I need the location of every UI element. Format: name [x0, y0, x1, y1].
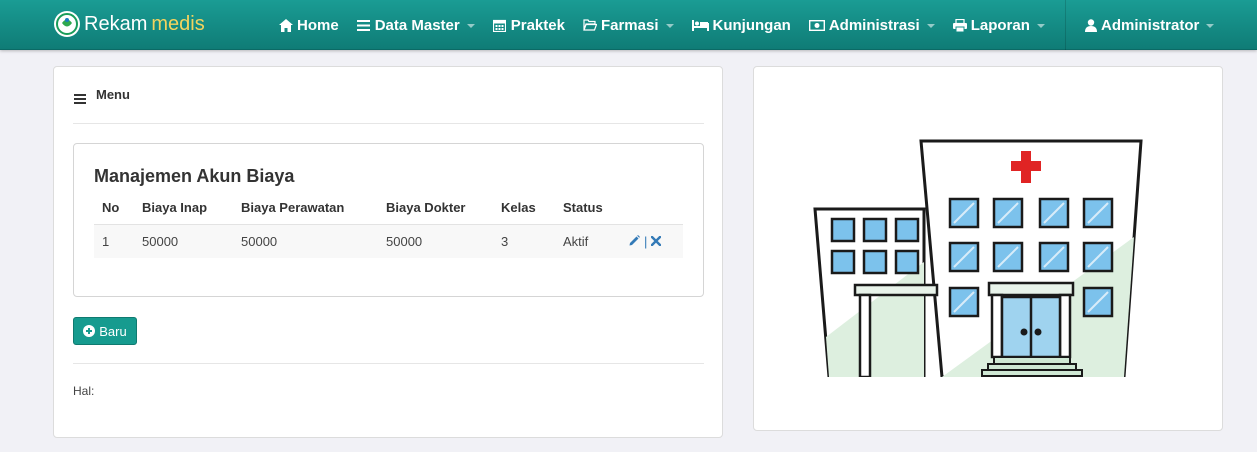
nav-home[interactable]: Home: [270, 0, 348, 50]
menu-panel: Menu Manajemen Akun Biaya No Biaya Inap …: [53, 66, 723, 438]
page-label: Hal:: [73, 384, 95, 398]
column-header-biaya-inap: Biaya Inap: [134, 191, 233, 225]
chevron-down-icon: [466, 24, 475, 28]
menu-title: Menu: [96, 87, 130, 102]
home-icon: [279, 18, 293, 32]
nav-user-label: Administrator: [1101, 16, 1200, 34]
nav-praktek-label: Praktek: [510, 16, 565, 34]
divider: [73, 123, 704, 124]
chevron-down-icon: [926, 24, 935, 28]
hospital-illustration: [813, 139, 1143, 377]
brand-logo-icon: [54, 11, 80, 37]
menu-header: Menu: [74, 87, 130, 104]
cell-no: 1: [94, 224, 134, 258]
table-row: 1 50000 50000 50000 3 Aktif |: [94, 224, 683, 258]
card-title: Manajemen Akun Biaya: [94, 166, 295, 186]
top-navbar: Rekam medis Home Data Master Praktek Farm…: [0, 0, 1257, 50]
nav-kunjungan[interactable]: Kunjungan: [683, 0, 800, 50]
cell-biaya-perawatan: 50000: [233, 224, 378, 258]
main-nav: Home Data Master Praktek Farmasi Kunjung…: [270, 0, 1054, 50]
column-header-actions: [621, 191, 683, 225]
brand[interactable]: Rekam medis: [54, 8, 205, 40]
nav-divider: [1065, 0, 1066, 50]
plus-circle-icon: [83, 325, 96, 337]
cell-biaya-inap: 50000: [134, 224, 233, 258]
cell-status: Aktif: [555, 224, 621, 258]
nav-praktek[interactable]: Praktek: [484, 0, 574, 50]
column-header-biaya-perawatan: Biaya Perawatan: [233, 191, 378, 225]
nav-administrasi-label: Administrasi: [828, 16, 920, 34]
calendar-icon: [493, 18, 507, 32]
nav-home-label: Home: [297, 16, 339, 34]
folder-icon: [583, 18, 597, 32]
edit-pencil-icon[interactable]: [629, 234, 640, 249]
nav-laporan[interactable]: Laporan: [944, 0, 1054, 50]
nav-data-master-label: Data Master: [374, 16, 460, 34]
user-nav: Administrator: [1076, 0, 1223, 50]
chevron-down-icon: [1036, 24, 1045, 28]
bed-icon: [691, 18, 709, 32]
nav-user-menu[interactable]: Administrator: [1076, 0, 1223, 50]
chevron-down-icon: [665, 24, 674, 28]
brand-name-part2: medis: [151, 12, 205, 35]
new-button[interactable]: Baru: [73, 317, 137, 345]
action-separator: |: [644, 233, 648, 249]
cell-kelas: 3: [493, 224, 555, 258]
list-icon: [357, 18, 371, 32]
illustration-panel: [753, 66, 1223, 431]
delete-x-icon[interactable]: [651, 234, 662, 249]
column-header-kelas: Kelas: [493, 191, 555, 225]
print-icon: [952, 18, 967, 32]
divider: [73, 363, 704, 364]
nav-data-master[interactable]: Data Master: [348, 0, 484, 50]
nav-farmasi-label: Farmasi: [600, 16, 659, 34]
brand-name: Rekam medis: [84, 13, 205, 36]
chevron-down-icon: [1206, 24, 1215, 28]
account-cost-card: Manajemen Akun Biaya No Biaya Inap Biaya…: [73, 143, 704, 297]
nav-farmasi[interactable]: Farmasi: [574, 0, 683, 50]
nav-kunjungan-label: Kunjungan: [712, 16, 791, 34]
column-header-biaya-dokter: Biaya Dokter: [378, 191, 493, 225]
cell-actions: |: [621, 224, 683, 258]
row-actions: |: [629, 234, 675, 249]
column-header-no: No: [94, 191, 134, 225]
new-button-label: Baru: [99, 323, 127, 339]
cost-table: No Biaya Inap Biaya Perawatan Biaya Dokt…: [94, 191, 683, 258]
table-header-row: No Biaya Inap Biaya Perawatan Biaya Dokt…: [94, 191, 683, 225]
column-header-status: Status: [555, 191, 621, 225]
nav-administrasi[interactable]: Administrasi: [800, 0, 944, 50]
list-icon: [74, 91, 86, 104]
nav-laporan-label: Laporan: [970, 16, 1030, 34]
cell-biaya-dokter: 50000: [378, 224, 493, 258]
brand-name-part1: Rekam: [84, 12, 148, 35]
money-icon: [808, 18, 825, 32]
user-icon: [1085, 18, 1097, 32]
